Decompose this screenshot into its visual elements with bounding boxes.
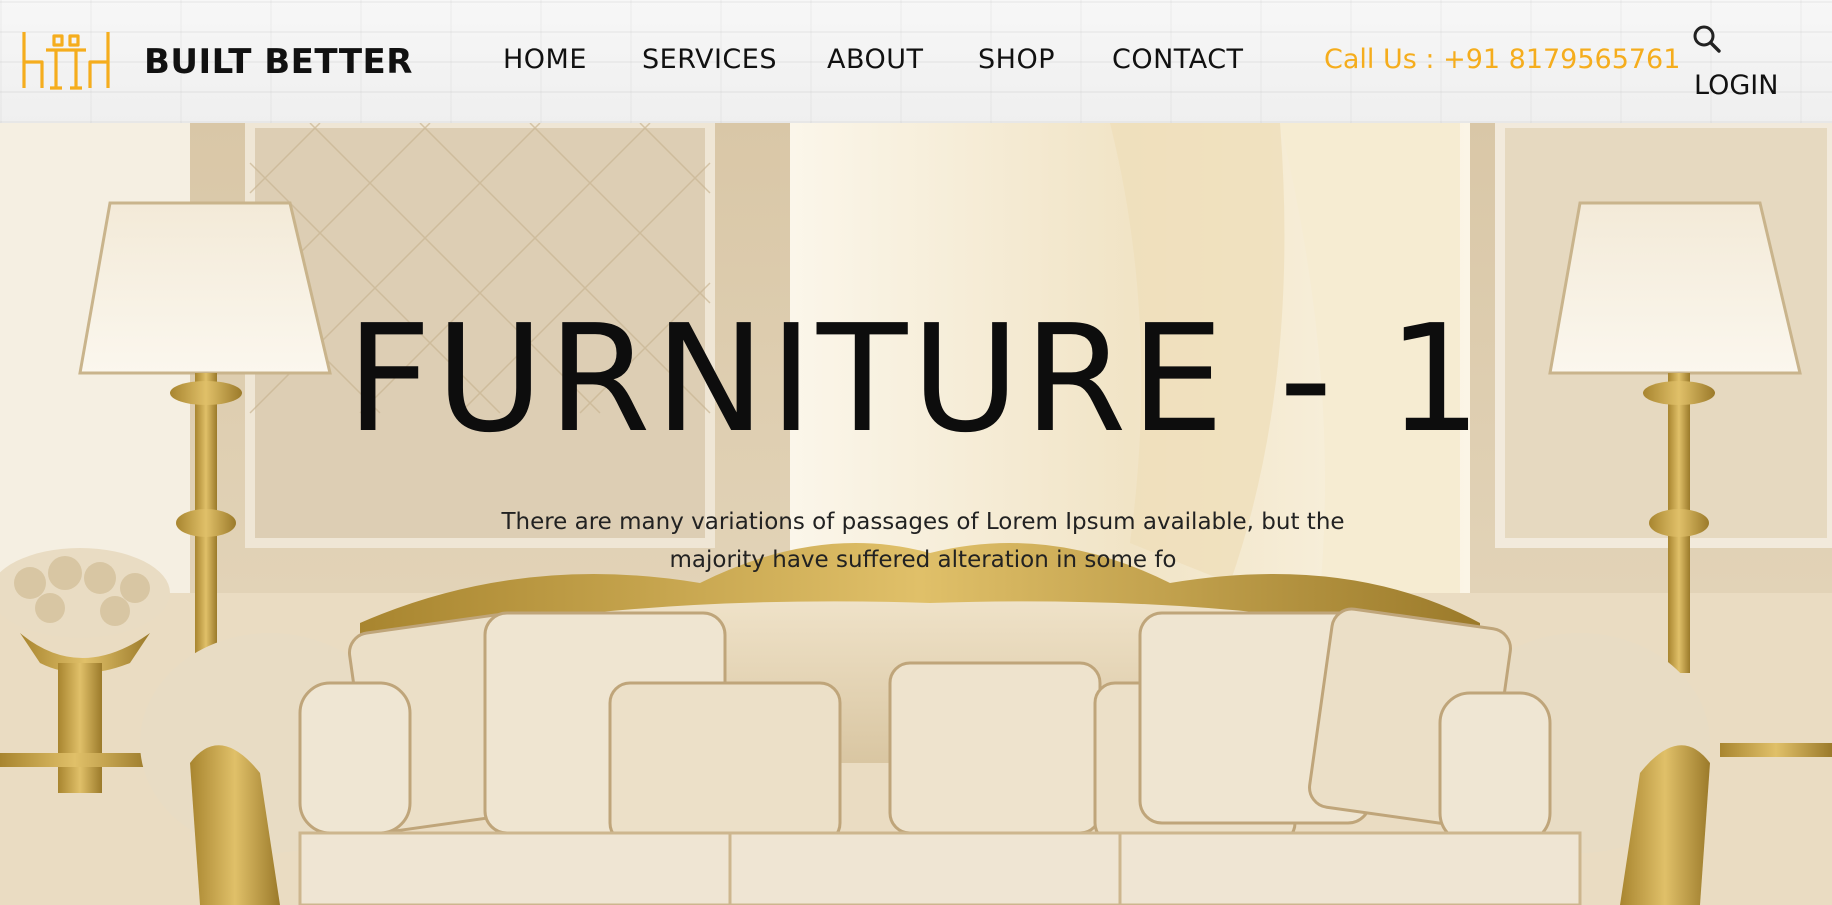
nav-services[interactable]: SERVICES (642, 44, 777, 75)
brand-name[interactable]: BUILT BETTER (144, 42, 413, 82)
nav-shop[interactable]: SHOP (978, 44, 1055, 75)
login-link[interactable]: LOGIN (1694, 70, 1778, 101)
hero-banner: FURNITURE - 1 There are many variations … (0, 123, 1832, 905)
nav-about[interactable]: ABOUT (827, 44, 924, 75)
table-chairs-icon[interactable] (20, 28, 112, 94)
search-icon[interactable] (1692, 24, 1722, 54)
nav-home[interactable]: HOME (503, 44, 587, 75)
hero-description: There are many variations of passages of… (501, 509, 1345, 573)
site-header: BUILT BETTER HOME SERVICES ABOUT SHOP CO… (0, 0, 1832, 123)
hero-title: FURNITURE - 1 (346, 293, 1486, 465)
call-us-phone[interactable]: Call Us : +91 8179565761 (1324, 44, 1680, 75)
nav-contact[interactable]: CONTACT (1112, 44, 1244, 75)
